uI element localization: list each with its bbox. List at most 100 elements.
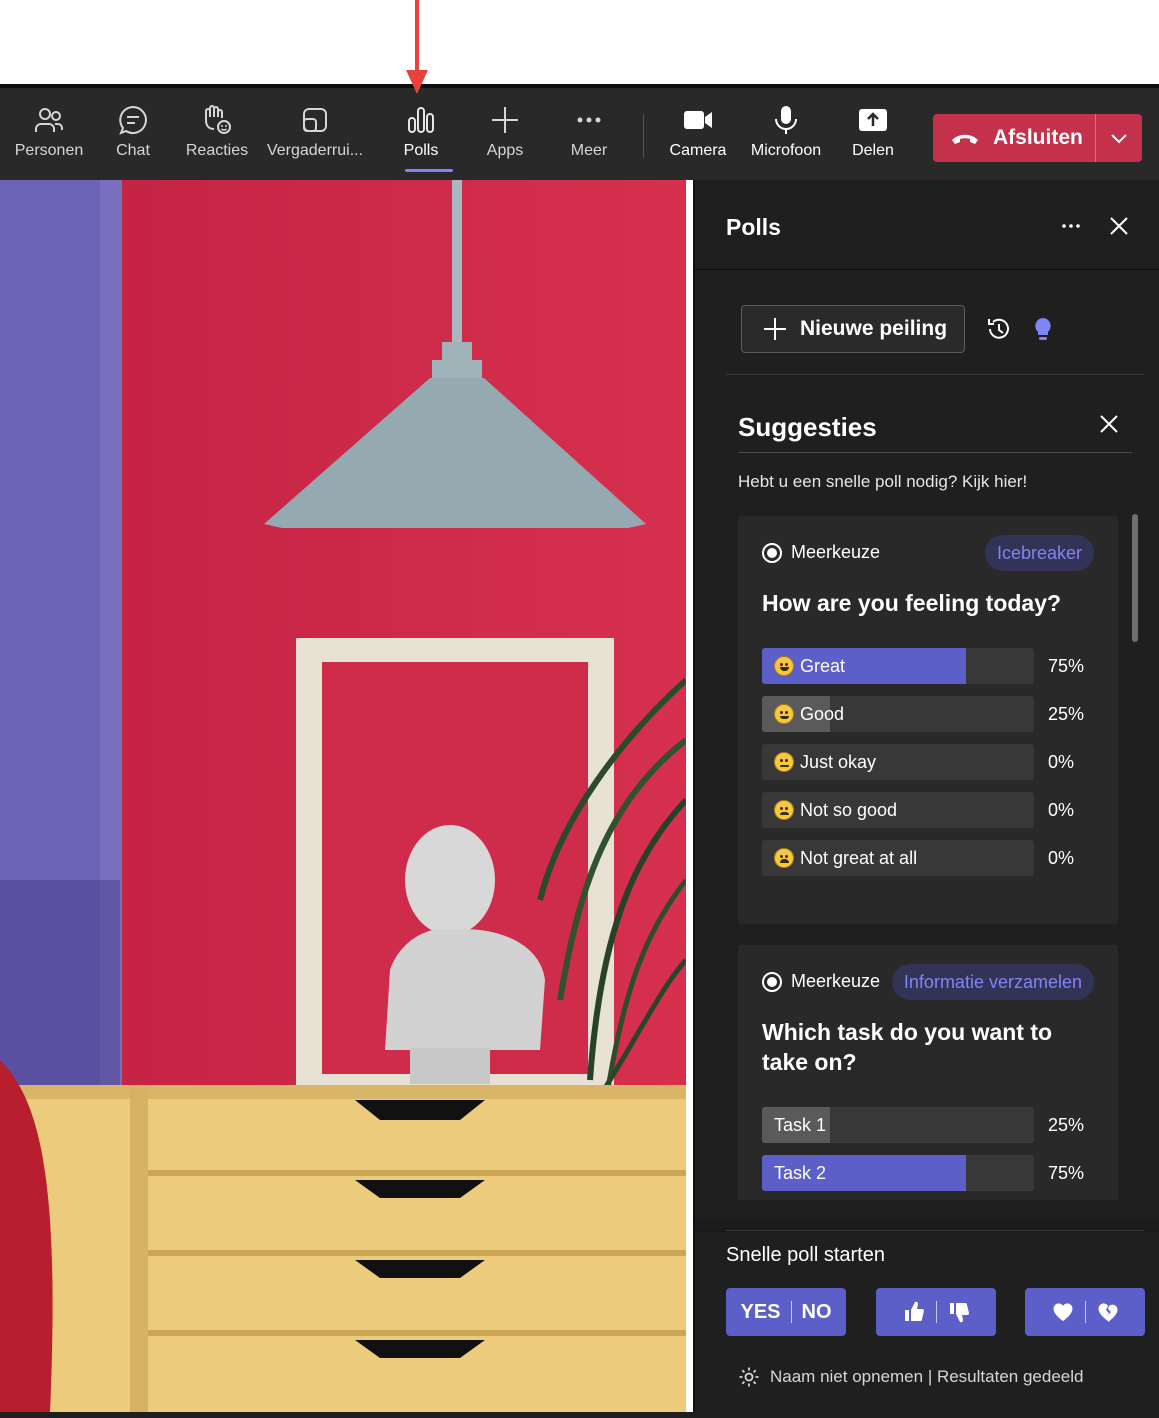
option-label: Task 2 (774, 1162, 827, 1183)
yes-no-poll-button[interactable]: YES NO (726, 1288, 846, 1336)
end-call-options-button[interactable] (1096, 128, 1142, 148)
new-poll-button[interactable]: Nieuwe peiling (741, 305, 965, 353)
poll-option: Great (762, 648, 1034, 684)
toolbar-rooms-button[interactable]: Vergaderrui... (259, 104, 371, 174)
share-icon (859, 109, 887, 131)
more-icon (577, 117, 601, 123)
end-call-main[interactable]: Afsluiten (933, 122, 1095, 154)
poll-type: Meerkeuze (762, 542, 880, 563)
grinning-emoji-icon (774, 656, 794, 676)
toolbar-share-button[interactable]: Delen (831, 104, 915, 174)
suggestions-title: Suggesties (738, 412, 877, 442)
button-separator (935, 1301, 937, 1323)
suggestions-close-button[interactable] (1093, 408, 1125, 440)
hang-up-icon (952, 134, 978, 144)
crying-emoji-icon (774, 848, 794, 868)
suggestions-description: Hebt u een snelle poll nodig? Kijk hier! (738, 472, 1028, 491)
panel-close-button[interactable] (1103, 210, 1135, 242)
toolbar-polls-label: Polls (403, 142, 439, 159)
history-button[interactable] (983, 313, 1015, 345)
poll-option: Task 1 (762, 1107, 1034, 1143)
frowning-emoji-icon (774, 800, 794, 820)
option-label: Great (800, 655, 846, 676)
poll-settings[interactable]: Naam niet opnemen | Resultaten gedeeld (738, 1366, 1083, 1388)
thumbs-poll-button[interactable] (876, 1288, 996, 1336)
toolbar-camera-button[interactable]: Camera (656, 104, 740, 174)
option-percent: 25% (1048, 703, 1085, 724)
toolbar-camera-label: Camera (669, 142, 727, 159)
rooms-icon (303, 108, 327, 132)
thumbs-down-icon (949, 1303, 969, 1323)
heart-poll-button[interactable] (1025, 1288, 1145, 1336)
poll-suggestion-card[interactable]: Meerkeuze Icebreaker How are you feeling… (738, 516, 1118, 924)
toolbar-apps-button[interactable]: Apps (463, 104, 547, 174)
close-icon (1110, 217, 1128, 235)
thumbs-up-icon (904, 1301, 924, 1321)
plus-icon (492, 107, 518, 133)
lightbulb-icon (1035, 318, 1051, 340)
gear-icon (739, 1367, 759, 1387)
history-icon (988, 318, 1009, 339)
plus-icon (764, 318, 786, 340)
option-percent: 0% (1048, 799, 1075, 820)
toolbar-more-button[interactable]: Meer (547, 104, 631, 174)
smiling-emoji-icon (774, 704, 794, 724)
quick-poll-shadow (695, 1212, 1159, 1232)
end-call-button[interactable]: Afsluiten (933, 114, 1142, 162)
room-scene-image (0, 180, 686, 1412)
toolbar-chat-label: Chat (116, 142, 150, 159)
toolbar-polls-button[interactable]: Polls (379, 104, 463, 174)
suggestions-divider (738, 452, 1132, 453)
option-label: Not great at all (800, 847, 918, 868)
toolbar-microphone-label: Microfoon (750, 142, 822, 159)
panel-header: Polls (695, 180, 1159, 270)
top-margin (0, 0, 1159, 84)
broken-heart-icon (1098, 1303, 1117, 1322)
scrollbar[interactable] (1132, 514, 1138, 642)
option-percent: 75% (1048, 1162, 1085, 1183)
no-label: NO (801, 1300, 832, 1323)
category-badge: Informatie verzamelen (891, 964, 1094, 1000)
new-poll-label: Nieuwe peiling (800, 317, 948, 340)
poll-option: Not so good (762, 792, 1034, 828)
chat-icon (119, 105, 147, 135)
toolbar-reactions-label: Reacties (185, 142, 249, 159)
close-icon (1100, 415, 1118, 433)
more-icon (1062, 224, 1080, 228)
suggestions-button[interactable] (1027, 313, 1059, 345)
toolbar-people-label: Personen (14, 142, 84, 159)
active-tab-indicator (405, 169, 453, 172)
toolbar-chat-button[interactable]: Chat (91, 104, 175, 174)
toolbar-rooms-label: Vergaderrui... (266, 142, 364, 159)
video-background (0, 180, 686, 1412)
panel-title: Polls (726, 214, 781, 240)
end-call-label: Afsluiten (993, 126, 1083, 149)
toolbar-people-button[interactable]: Personen (7, 104, 91, 174)
button-separator (1084, 1301, 1086, 1323)
quick-poll-divider (726, 1230, 1144, 1231)
toolbar-reactions-button[interactable]: Reacties (175, 104, 259, 174)
poll-question: How are you feeling today? (762, 590, 1062, 616)
poll-option: Good (762, 696, 1034, 732)
category-badge: Icebreaker (984, 535, 1094, 571)
option-percent: 0% (1048, 847, 1075, 868)
suggestions-list[interactable]: Meerkeuze Icebreaker How are you feeling… (738, 516, 1118, 1200)
toolbar-apps-label: Apps (486, 142, 524, 159)
toolbar-more-label: Meer (570, 142, 608, 159)
option-percent: 0% (1048, 751, 1075, 772)
option-label: Task 1 (774, 1114, 827, 1135)
button-separator (790, 1301, 792, 1323)
option-label: Good (800, 703, 845, 724)
microphone-icon (775, 106, 797, 134)
poll-suggestion-card[interactable]: Meerkeuze Informatie verzamelen Which ta… (738, 945, 1118, 1200)
toolbar-separator (643, 114, 644, 158)
poll-option: Not great at all (762, 840, 1034, 876)
option-label: Not so good (800, 799, 898, 820)
polls-icon (408, 107, 434, 133)
neutral-emoji-icon (774, 752, 794, 772)
poll-type-label: Meerkeuze (791, 971, 881, 991)
meeting-toolbar: Personen Chat Reacties Vergaderrui... Po… (0, 84, 1159, 180)
people-icon (35, 108, 63, 132)
toolbar-microphone-button[interactable]: Microfoon (744, 104, 828, 174)
panel-more-button[interactable] (1055, 210, 1087, 242)
